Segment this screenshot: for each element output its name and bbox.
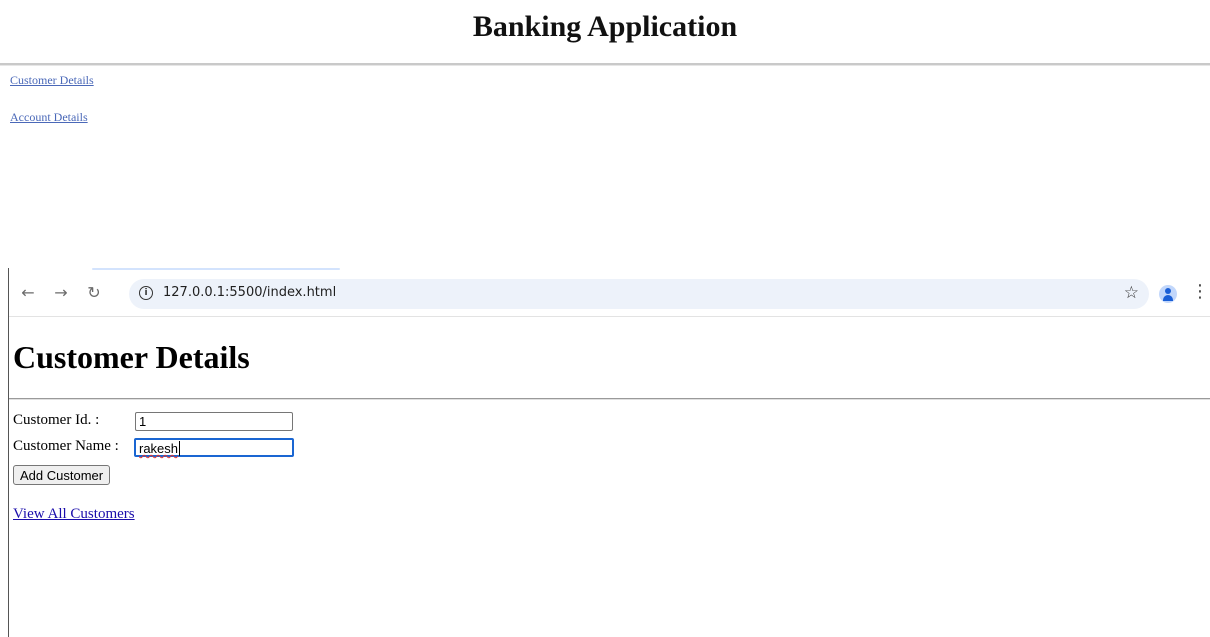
customer-name-label: Customer Name : — [13, 438, 119, 454]
customer-id-input[interactable]: 1 — [135, 412, 293, 431]
address-bar[interactable]: i 127.0.0.1:5500/index.html ☆ — [129, 279, 1149, 309]
toolbar-divider — [9, 316, 1210, 317]
page-title: Customer Details — [13, 339, 250, 375]
url-text[interactable]: 127.0.0.1:5500/index.html — [163, 285, 336, 300]
info-icon[interactable]: i — [139, 286, 153, 300]
forward-arrow-icon[interactable]: → — [51, 283, 71, 303]
add-customer-button[interactable]: Add Customer — [13, 465, 111, 485]
customer-details-link[interactable]: Customer Details — [10, 73, 94, 88]
title-divider — [0, 63, 1210, 66]
profile-avatar-icon[interactable] — [1159, 285, 1177, 303]
customer-name-input[interactable]: rakesh — [134, 438, 294, 457]
more-menu-icon[interactable]: ⋮ — [1191, 282, 1209, 302]
customer-id-label: Customer Id. : — [13, 412, 100, 428]
account-details-link[interactable]: Account Details — [10, 110, 88, 125]
browser-window: ← → ↻ i 127.0.0.1:5500/index.html ☆ ⋮ Cu… — [8, 268, 1210, 637]
back-arrow-icon[interactable]: ← — [18, 283, 38, 303]
star-icon[interactable]: ☆ — [1124, 283, 1139, 303]
browser-toolbar: ← → ↻ i 127.0.0.1:5500/index.html ☆ ⋮ — [9, 270, 1210, 316]
customer-name-value: rakesh — [139, 441, 179, 456]
banking-app-title: Banking Application — [472, 10, 738, 43]
heading-divider — [9, 398, 1210, 400]
reload-icon[interactable]: ↻ — [84, 283, 104, 303]
view-all-customers-link[interactable]: View All Customers — [13, 506, 135, 523]
text-cursor — [179, 441, 181, 456]
